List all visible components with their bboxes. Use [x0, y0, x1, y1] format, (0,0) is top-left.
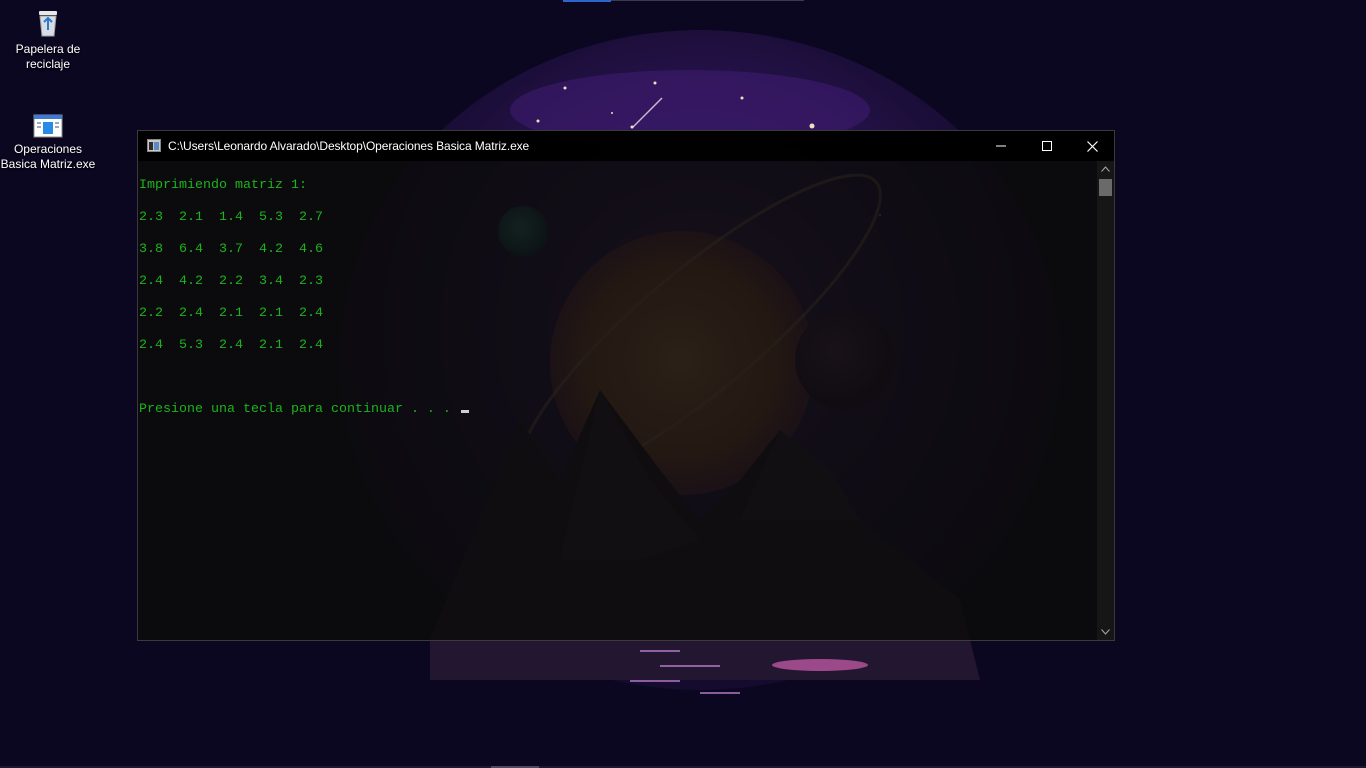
top-highlight-bar: [563, 0, 611, 2]
console-output[interactable]: Imprimiendo matriz 1: 2.3 2.1 1.4 5.3 2.…: [138, 161, 1098, 640]
minimize-icon: [996, 145, 1006, 147]
continue-prompt: Presione una tecla para continuar . . .: [139, 402, 459, 417]
console-window[interactable]: C:\Users\Leonardo Alvarado\Desktop\Opera…: [137, 130, 1115, 641]
title-bar[interactable]: C:\Users\Leonardo Alvarado\Desktop\Opera…: [138, 131, 1114, 161]
window-title: C:\Users\Leonardo Alvarado\Desktop\Opera…: [168, 139, 530, 153]
exe-label-line2: Basica Matriz.exe: [0, 157, 96, 171]
recycle-bin-label-line2: reciclaje: [25, 57, 70, 71]
recycle-bin-icon: [39, 11, 57, 37]
close-icon: [1086, 140, 1098, 152]
console-heading: Imprimiendo matriz 1:: [139, 178, 307, 193]
exe-label-line1: Operaciones: [13, 142, 83, 156]
scroll-down-button[interactable]: [1097, 624, 1114, 640]
desktop-icon-operaciones-exe[interactable]: Operaciones Basica Matriz.exe: [0, 114, 96, 172]
maximize-button[interactable]: [1024, 131, 1070, 161]
close-button[interactable]: [1069, 131, 1115, 161]
scroll-up-button[interactable]: [1097, 161, 1114, 177]
matrix-row: 3.8 6.4 3.7 4.2 4.6: [139, 242, 323, 257]
matrix-row: 2.3 2.1 1.4 5.3 2.7: [139, 210, 323, 225]
vertical-scrollbar[interactable]: [1097, 161, 1114, 640]
chevron-down-icon: [1101, 629, 1110, 635]
top-divider-bar: [611, 0, 804, 1]
matrix-row: 2.2 2.4 2.1 2.1 2.4: [139, 306, 323, 321]
text-cursor: [460, 410, 469, 413]
application-icon: [33, 114, 63, 138]
console-prompt-line: Presione una tecla para continuar . . .: [139, 402, 469, 418]
maximize-icon: [1042, 141, 1052, 151]
desktop-icon-recycle-bin[interactable]: Papelera de reciclaje: [0, 8, 96, 72]
scrollbar-thumb[interactable]: [1099, 179, 1112, 196]
minimize-button[interactable]: [978, 131, 1024, 161]
console-app-icon: [147, 139, 161, 152]
matrix-row: 2.4 5.3 2.4 2.1 2.4: [139, 338, 323, 353]
recycle-bin-label-line1: Papelera de: [15, 42, 81, 56]
matrix-row: 2.4 4.2 2.2 3.4 2.3: [139, 274, 323, 289]
chevron-up-icon: [1101, 166, 1110, 172]
